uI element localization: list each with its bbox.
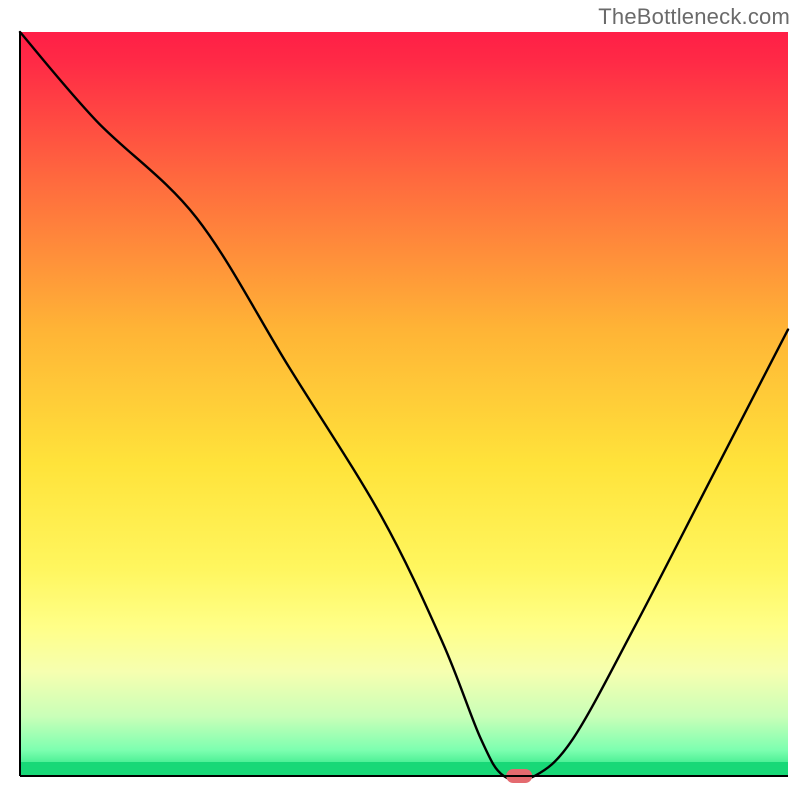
bottleneck-chart: TheBottleneck.com xyxy=(0,0,800,800)
chart-svg xyxy=(0,0,800,800)
green-baseline-strip xyxy=(20,762,788,776)
plot-background xyxy=(20,32,788,776)
